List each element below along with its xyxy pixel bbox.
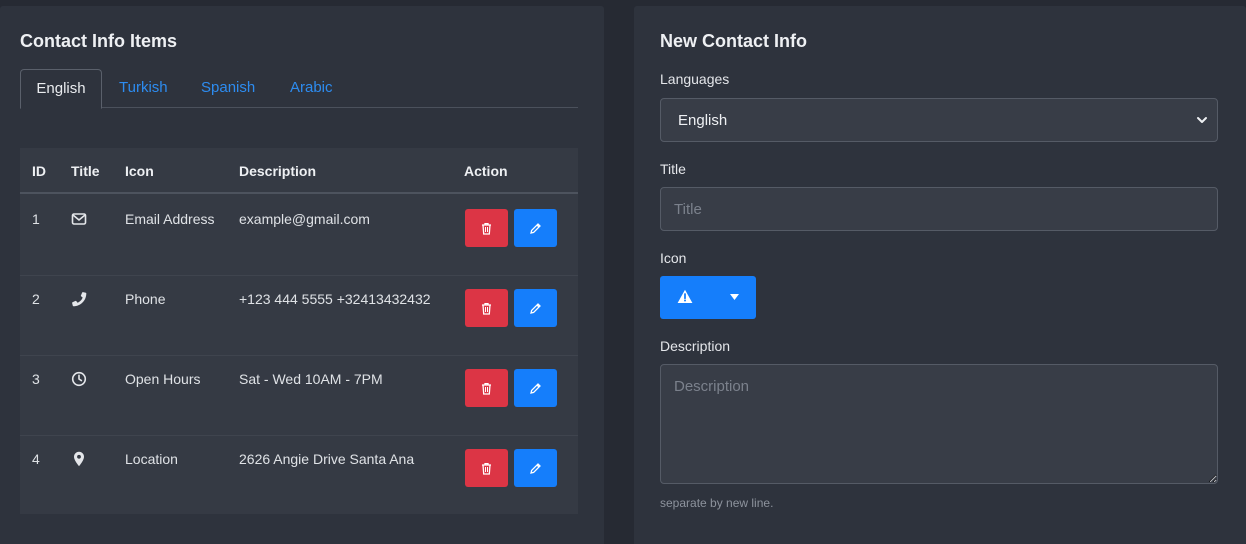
warning-icon xyxy=(677,289,693,304)
chevron-down-icon xyxy=(1196,114,1208,126)
row-title: Open Hours xyxy=(125,371,201,387)
edit-button[interactable] xyxy=(514,369,557,407)
row-id: 3 xyxy=(32,371,40,387)
delete-button[interactable] xyxy=(465,449,508,487)
card-title: Contact Info Items xyxy=(20,31,178,51)
envelope-icon xyxy=(71,211,87,227)
caret-down-icon xyxy=(730,294,739,300)
title-label: Title xyxy=(660,161,686,177)
tab-turkish[interactable]: Turkish xyxy=(119,69,168,108)
delete-button[interactable] xyxy=(465,369,508,407)
row-description: +123 444 5555 +32413432432 xyxy=(239,291,431,307)
table-row: 4 Location 2626 Angie Drive Santa Ana xyxy=(20,436,578,516)
table-row: 3 Open Hours Sat - Wed 10AM - 7PM xyxy=(20,356,578,436)
column-header-title: Title xyxy=(71,163,100,179)
languages-selected-value: English xyxy=(678,112,728,129)
description-textarea[interactable] xyxy=(660,364,1218,484)
row-id: 1 xyxy=(32,211,40,227)
pencil-icon xyxy=(529,462,542,475)
phone-icon xyxy=(71,291,87,307)
edit-button[interactable] xyxy=(514,289,557,327)
table-header: ID Title Icon Description Action xyxy=(20,148,578,194)
trash-icon xyxy=(480,382,493,395)
icon-picker-button[interactable] xyxy=(660,276,756,319)
edit-button[interactable] xyxy=(514,449,557,487)
trash-icon xyxy=(480,302,493,315)
tab-english[interactable]: English xyxy=(20,69,102,109)
row-description: Sat - Wed 10AM - 7PM xyxy=(239,371,383,387)
tab-arabic[interactable]: Arabic xyxy=(290,69,333,108)
row-title: Email Address xyxy=(125,211,215,227)
icon-label: Icon xyxy=(660,250,687,266)
table-row: 2 Phone +123 444 5555 +32413432432 xyxy=(20,276,578,356)
pencil-icon xyxy=(529,382,542,395)
row-description: 2626 Angie Drive Santa Ana xyxy=(239,451,415,467)
card-title: New Contact Info xyxy=(660,31,807,51)
title-input[interactable] xyxy=(660,187,1218,231)
column-header-description: Description xyxy=(239,163,317,179)
row-id: 2 xyxy=(32,291,40,307)
clock-icon xyxy=(71,371,87,387)
column-header-id: ID xyxy=(32,163,46,179)
description-help-text: separate by new line. xyxy=(660,496,774,510)
row-title: Location xyxy=(125,451,178,467)
description-label: Description xyxy=(660,338,731,354)
trash-icon xyxy=(480,462,493,475)
delete-button[interactable] xyxy=(465,289,508,327)
row-id: 4 xyxy=(32,451,40,467)
column-header-icon: Icon xyxy=(125,163,154,179)
tab-spanish[interactable]: Spanish xyxy=(201,69,255,108)
column-header-action: Action xyxy=(464,163,508,179)
language-tabs: English Turkish Spanish Arabic xyxy=(20,69,578,109)
pencil-icon xyxy=(529,222,542,235)
languages-label: Languages xyxy=(660,71,730,87)
contact-info-items-card: Contact Info Items English Turkish Spani… xyxy=(0,6,604,544)
pencil-icon xyxy=(529,302,542,315)
new-contact-info-card: New Contact Info Languages English Title… xyxy=(634,6,1246,544)
edit-button[interactable] xyxy=(514,209,557,247)
row-title: Phone xyxy=(125,291,166,307)
languages-select[interactable]: English xyxy=(660,98,1218,142)
delete-button[interactable] xyxy=(465,209,508,247)
trash-icon xyxy=(480,222,493,235)
map-marker-icon xyxy=(71,451,87,467)
row-description: example@gmail.com xyxy=(239,211,370,227)
contact-info-table: ID Title Icon Description Action 1 Email… xyxy=(20,148,578,514)
table-row: 1 Email Address example@gmail.com xyxy=(20,196,578,276)
